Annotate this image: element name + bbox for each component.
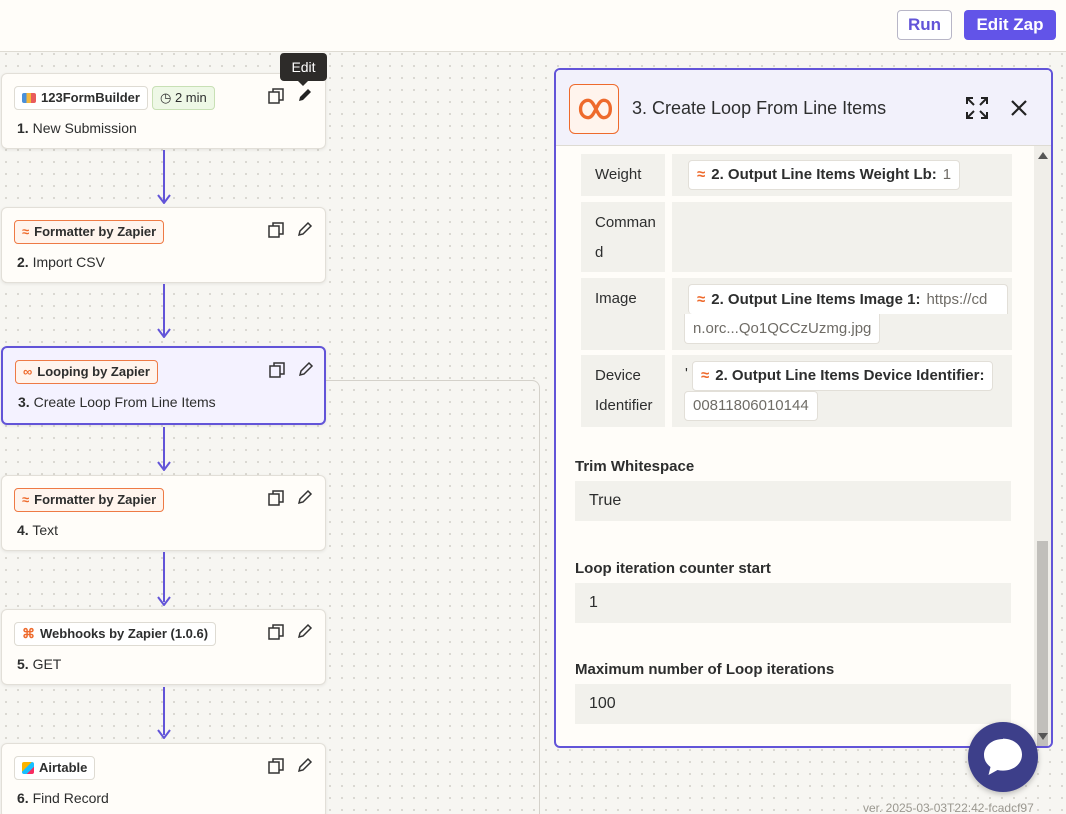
formbuilder-icon <box>22 93 36 103</box>
step-card-3[interactable]: ∞ Looping by Zapier 3. Create Loop From … <box>1 346 326 425</box>
step-title: 4. Text <box>17 522 59 538</box>
step-title: 2. Import CSV <box>17 254 105 270</box>
mapping-key: Device Identifier <box>581 355 665 427</box>
mapping-value[interactable]: ' ≈ 2. Output Line Items Device Identifi… <box>672 355 1012 427</box>
connector-line <box>163 552 165 602</box>
app-name: Looping by Zapier <box>37 364 150 379</box>
close-icon[interactable] <box>1010 99 1028 117</box>
app-name: 123FormBuilder <box>41 90 140 105</box>
airtable-icon <box>22 762 34 774</box>
scroll-up-icon[interactable] <box>1038 152 1048 159</box>
copy-icon[interactable] <box>269 362 285 378</box>
looping-icon: ∞ <box>23 364 33 379</box>
arrow-down-icon <box>157 461 171 471</box>
edit-tooltip: Edit <box>280 53 327 86</box>
formatter-icon: ≈ <box>697 290 706 308</box>
loop-counter-start-label: Loop iteration counter start <box>575 560 771 577</box>
chat-icon <box>984 738 1022 775</box>
mapping-row-weight: Weight ≈ 2. Output Line Items Weight Lb:… <box>581 154 1013 196</box>
app-badge: ≈ Formatter by Zapier <box>14 488 165 512</box>
step-card-2[interactable]: ≈ Formatter by Zapier 2. Import CSV <box>1 207 326 283</box>
step-title: 3. Create Loop From Line Items <box>18 394 216 410</box>
loop-branch-frame <box>326 380 540 814</box>
data-pill[interactable]: ≈ 2. Output Line Items Image 1: https://… <box>688 284 1008 314</box>
data-pill-continued[interactable]: n.orc...Qo1QCCzUzmg.jpg <box>684 314 881 344</box>
app-badge: ⌘ Webhooks by Zapier (1.0.6) <box>14 622 217 646</box>
pencil-icon[interactable] <box>297 360 315 378</box>
pencil-icon[interactable] <box>296 86 314 104</box>
copy-icon[interactable] <box>268 88 284 104</box>
timer-icon: ◷ <box>160 90 172 105</box>
step-card-6[interactable]: Airtable 6. Find Record <box>1 743 326 814</box>
formatter-icon: ≈ <box>701 367 710 384</box>
copy-icon[interactable] <box>268 222 284 238</box>
loop-counter-start-field[interactable]: 1 <box>575 583 1011 623</box>
time-badge: ◷ 2 min <box>152 86 215 110</box>
connector-line <box>163 687 165 735</box>
panel-header: 3. Create Loop From Line Items <box>556 70 1051 146</box>
data-pill[interactable]: ≈ 2. Output Line Items Weight Lb: 1 <box>688 160 961 190</box>
looping-icon <box>569 84 619 134</box>
version-label: ver. 2025-03-03T22:42-fcadcf97 <box>863 801 1034 814</box>
time-value: 2 min <box>174 90 207 105</box>
pencil-icon[interactable] <box>296 220 314 238</box>
arrow-down-icon <box>157 596 171 606</box>
pencil-icon[interactable] <box>296 622 314 640</box>
expand-icon[interactable] <box>966 97 988 119</box>
formatter-icon: ≈ <box>22 492 30 507</box>
mapping-row-device-identifier: Device Identifier ' ≈ 2. Output Line Ite… <box>581 355 1013 427</box>
formatter-icon: ≈ <box>22 224 30 239</box>
app-name: Formatter by Zapier <box>34 492 157 507</box>
step-card-5[interactable]: ⌘ Webhooks by Zapier (1.0.6) 5. GET <box>1 609 326 685</box>
max-loop-iterations-label: Maximum number of Loop iterations <box>575 661 835 678</box>
mapping-value[interactable]: ≈ 2. Output Line Items Image 1: https://… <box>672 278 1012 350</box>
mapping-key: Comman d <box>581 202 665 272</box>
step-title: 1. New Submission <box>17 120 137 136</box>
copy-icon[interactable] <box>268 624 284 640</box>
mapping-prefix: ' <box>685 365 688 382</box>
chat-button[interactable] <box>968 722 1038 792</box>
mapping-value[interactable]: ≈ 2. Output Line Items Weight Lb: 1 <box>672 154 1012 196</box>
data-pill-continued[interactable]: 00811806010144 <box>684 391 818 421</box>
app-badge: 123FormBuilder <box>14 86 148 110</box>
mapping-value[interactable] <box>672 202 1012 272</box>
mapping-key: Weight <box>581 154 665 196</box>
app-name: Webhooks by Zapier (1.0.6) <box>40 626 209 641</box>
formatter-icon: ≈ <box>697 166 706 183</box>
pencil-icon[interactable] <box>296 756 314 774</box>
arrow-down-icon <box>157 194 171 204</box>
data-pill[interactable]: ≈ 2. Output Line Items Device Identifier… <box>692 361 994 391</box>
mapping-row-command: Comman d <box>581 202 1013 272</box>
step-title: 5. GET <box>17 656 62 672</box>
app-name: Airtable <box>39 760 88 775</box>
trim-whitespace-label: Trim Whitespace <box>575 458 695 475</box>
trim-whitespace-field[interactable]: True <box>575 481 1011 521</box>
copy-icon[interactable] <box>268 758 284 774</box>
mapping-row-image: Image ≈ 2. Output Line Items Image 1: ht… <box>581 278 1013 350</box>
step-card-1[interactable]: 123FormBuilder ◷ 2 min 1. New Submission <box>1 73 326 149</box>
step-card-4[interactable]: ≈ Formatter by Zapier 4. Text <box>1 475 326 551</box>
app-badge: ∞ Looping by Zapier <box>15 360 158 384</box>
edit-zap-button[interactable]: Edit Zap <box>964 10 1056 40</box>
panel-title: 3. Create Loop From Line Items <box>632 98 887 118</box>
panel-scrollbar[interactable] <box>1034 146 1051 746</box>
max-loop-iterations-field[interactable]: 100 <box>575 684 1011 724</box>
pencil-icon[interactable] <box>296 488 314 506</box>
run-button[interactable]: Run <box>897 10 952 40</box>
scroll-thumb[interactable] <box>1037 541 1048 746</box>
arrow-down-icon <box>157 328 171 338</box>
app-badge: Airtable <box>14 756 96 780</box>
app-name: Formatter by Zapier <box>34 224 157 239</box>
mapping-key: Image <box>581 278 665 350</box>
app-badge: ≈ Formatter by Zapier <box>14 220 165 244</box>
copy-icon[interactable] <box>268 490 284 506</box>
top-bar: Run Edit Zap <box>0 0 1066 52</box>
arrow-down-icon <box>157 729 171 739</box>
step-detail-panel: 3. Create Loop From Line Items Weight ≈ … <box>554 68 1053 748</box>
scroll-down-icon[interactable] <box>1038 733 1048 740</box>
step-title: 6. Find Record <box>17 790 109 806</box>
webhooks-icon: ⌘ <box>22 626 35 641</box>
